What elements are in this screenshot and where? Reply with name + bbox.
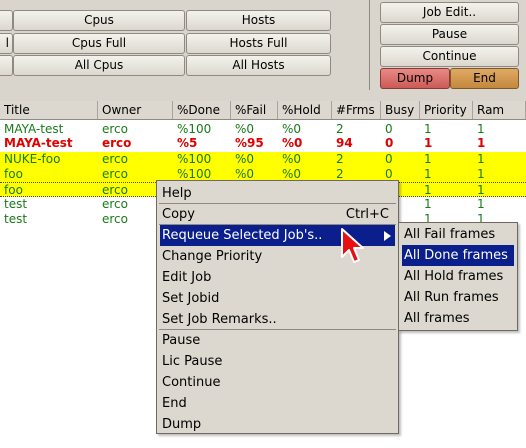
table-cell: 1	[477, 183, 485, 197]
table-cell: test	[4, 197, 28, 211]
table-cell: NUKE-foo	[4, 152, 61, 166]
table-cell: foo	[4, 183, 23, 197]
context-menu-item[interactable]: Lic Pause	[160, 351, 395, 372]
submenu-item[interactable]: All frames	[402, 308, 514, 329]
menu-item-label: Requeue Selected Job's..	[162, 228, 323, 243]
continue-button[interactable]: Continue	[380, 46, 519, 67]
column-header[interactable]: Owner	[98, 101, 173, 119]
table-cell: 0	[385, 122, 393, 136]
column-header[interactable]: Title	[0, 101, 98, 119]
menu-item-label: Continue	[162, 375, 221, 390]
table-cell: 1	[477, 136, 486, 150]
table-cell: %100	[177, 152, 212, 166]
table-header: Title Owner %Done %Fail %Hold #Frms Busy Priori…	[0, 101, 526, 120]
job-edit-button[interactable]: Job Edit..	[380, 2, 519, 23]
table-row[interactable]: MAYA-test erco %100 %0 %0 2 0 1 1	[0, 122, 526, 137]
menu-item-label: Edit Job	[162, 270, 212, 285]
table-cell: erco	[102, 122, 128, 136]
context-menu-item[interactable]: End	[160, 393, 395, 414]
menu-item-label: Dump	[162, 417, 202, 432]
table-cell: %95	[235, 136, 264, 150]
table-cell: foo	[4, 167, 23, 181]
column-header[interactable]: %Fail	[231, 101, 278, 119]
context-menu-item[interactable]: Edit Job	[160, 267, 395, 288]
pause-button[interactable]: Pause	[380, 24, 519, 45]
context-menu-item[interactable]: Copy Ctrl+C	[160, 204, 395, 225]
table-cell: MAYA-test	[4, 122, 64, 136]
table-cell: %0	[282, 122, 302, 136]
table-cell: 1	[477, 152, 485, 166]
dump-button[interactable]: Dump	[380, 68, 450, 89]
table-cell: 0	[385, 152, 393, 166]
table-cell: erco	[102, 136, 132, 150]
submenu-item[interactable]: All Fail frames	[402, 224, 514, 245]
column-header[interactable]: Priority	[420, 101, 473, 119]
table-cell: MAYA-test	[4, 136, 73, 150]
submenu-item[interactable]: All Done frames	[402, 245, 514, 266]
all-hosts-button[interactable]: All Hosts	[186, 55, 331, 76]
table-cell: %100	[177, 122, 212, 136]
column-header[interactable]: Ram	[473, 101, 526, 119]
context-menu-item[interactable]: Help	[160, 183, 395, 204]
context-menu-item[interactable]: Pause	[160, 330, 395, 351]
submenu-item[interactable]: All Run frames	[402, 287, 514, 308]
submenu-arrow-icon	[384, 231, 391, 241]
table-cell: 1	[424, 183, 432, 197]
requeue-submenu: All Fail frames All Done frames All Hold f…	[398, 222, 518, 331]
table-cell: %0	[235, 152, 255, 166]
menu-shortcut: Ctrl+C	[345, 207, 389, 222]
toolbar-button-left-3[interactable]	[0, 55, 13, 76]
table-cell: 94	[336, 136, 353, 150]
menu-item-label: Help	[162, 186, 192, 201]
table-cell: 1	[477, 197, 485, 211]
cpus-button[interactable]: Cpus	[13, 10, 185, 31]
context-menu-item[interactable]: Set Job Remarks..	[160, 309, 395, 330]
table-cell: %0	[282, 152, 302, 166]
hosts-button[interactable]: Hosts	[186, 10, 331, 31]
menu-item-label: Change Priority	[162, 249, 263, 264]
context-menu: Help Copy Ctrl+C Requeue Selected Job's.. Ch…	[156, 180, 399, 434]
table-cell: 1	[424, 152, 432, 166]
menu-item-label: Set Jobid	[162, 291, 220, 306]
context-menu-item[interactable]: Dump	[160, 414, 395, 435]
column-header[interactable]: Busy	[381, 101, 420, 119]
column-header[interactable]: %Hold	[278, 101, 332, 119]
table-cell: %0	[235, 122, 255, 136]
end-button[interactable]: End	[450, 68, 519, 89]
table-cell: 1	[424, 136, 433, 150]
table-cell: 1	[424, 197, 432, 211]
table-cell: 1	[477, 167, 485, 181]
table-cell: erco	[102, 152, 128, 166]
cpus-full-button[interactable]: Cpus Full	[13, 33, 185, 54]
menu-item-label: Pause	[162, 333, 201, 348]
table-cell: 1	[424, 167, 432, 181]
toolbar-button-left-2[interactable]: l	[0, 33, 13, 54]
context-menu-item[interactable]: Set Jobid	[160, 288, 395, 309]
table-cell: 0	[385, 136, 394, 150]
context-menu-item[interactable]: Continue	[160, 372, 395, 393]
toolbar-button-left-1[interactable]	[0, 10, 13, 31]
menu-item-label: Lic Pause	[162, 354, 223, 369]
mouse-cursor-icon	[341, 228, 364, 263]
table-cell: %5	[177, 136, 198, 150]
table-cell: 2	[336, 122, 344, 136]
table-cell: 2	[336, 152, 344, 166]
table-row[interactable]: MAYA-test erco %5 %95 %0 94 0 1 1	[0, 136, 526, 151]
toolbar-divider	[369, 0, 370, 90]
hosts-full-button[interactable]: Hosts Full	[186, 33, 331, 54]
table-cell: test	[4, 212, 28, 226]
menu-item-label: End	[162, 396, 187, 411]
menu-item-label: Set Job Remarks..	[162, 312, 277, 327]
column-header[interactable]: %Done	[173, 101, 231, 119]
table-row[interactable]: NUKE-foo erco %100 %0 %0 2 0 1 1	[0, 152, 526, 167]
submenu-item[interactable]: All Hold frames	[402, 266, 514, 287]
column-header[interactable]: #Frms	[332, 101, 381, 119]
menu-item-label: Copy	[162, 207, 195, 222]
table-cell: %0	[282, 136, 303, 150]
table-cell: 1	[424, 122, 432, 136]
all-cpus-button[interactable]: All Cpus	[13, 55, 185, 76]
table-cell: 1	[477, 122, 485, 136]
